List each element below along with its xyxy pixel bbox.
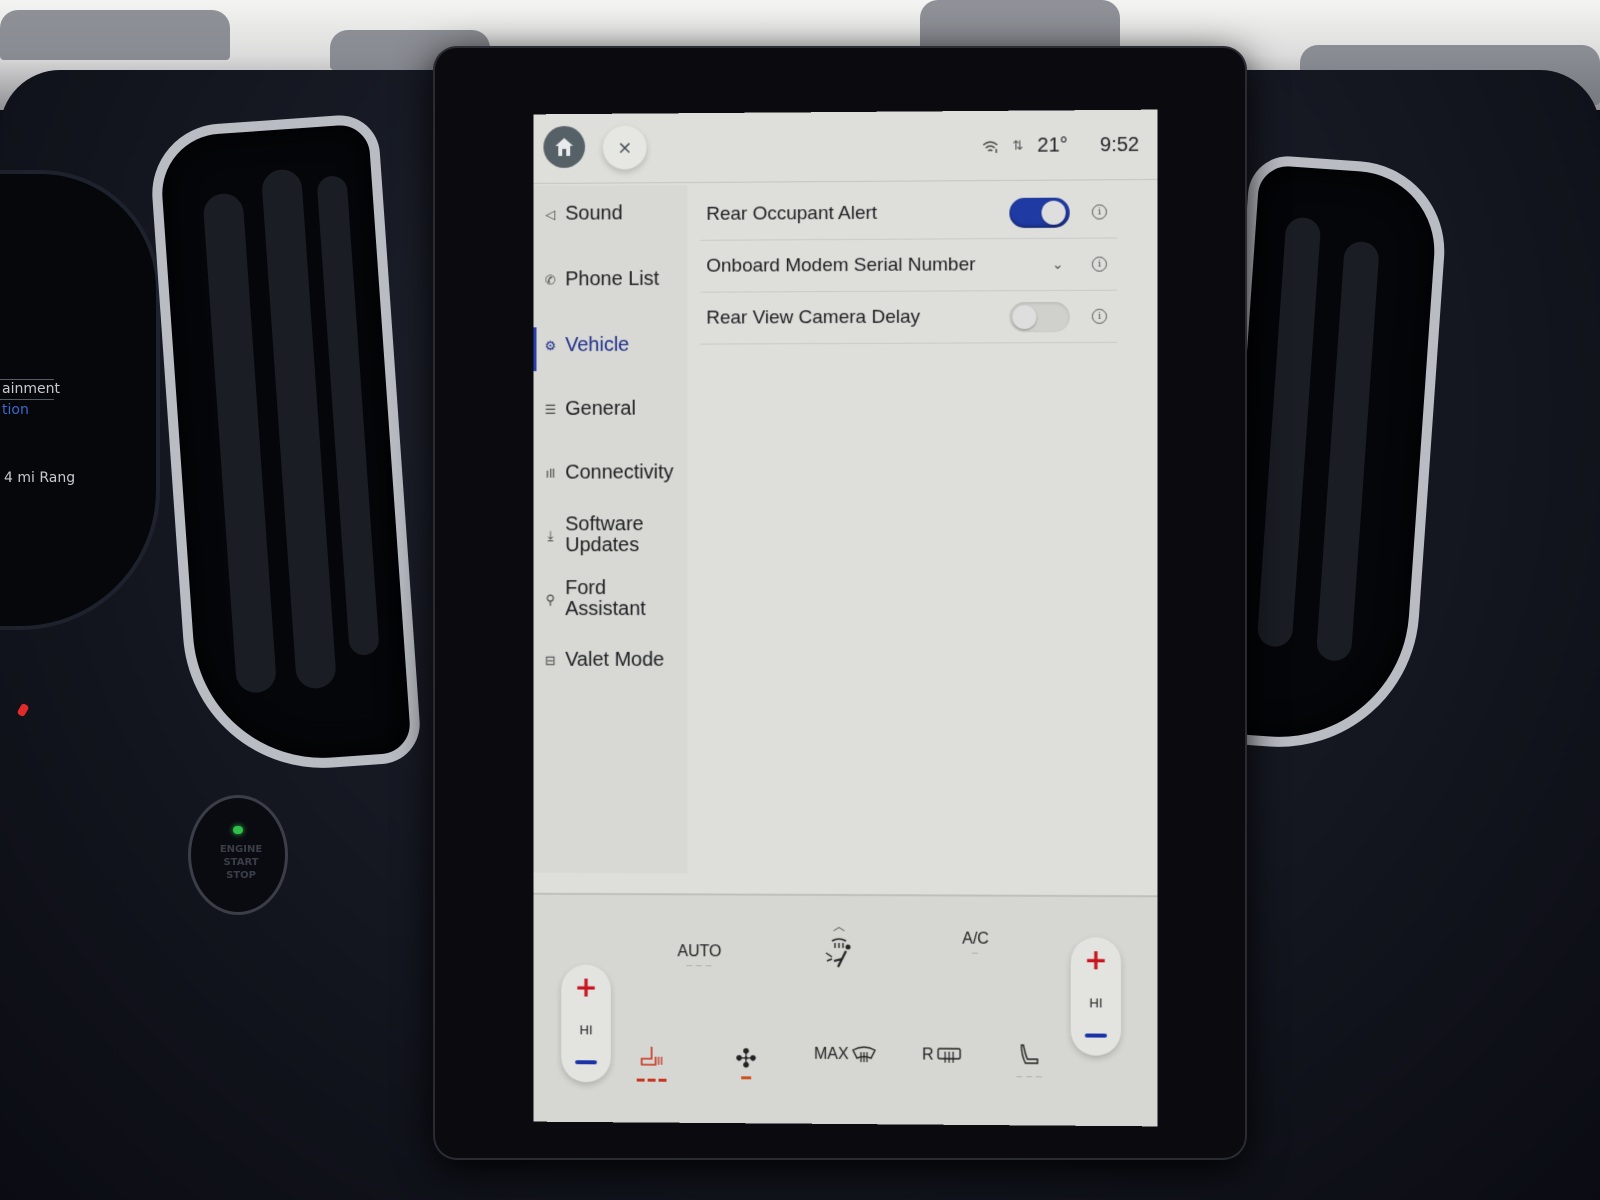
sidebar-item-general[interactable]: ☰ General: [541, 397, 636, 420]
infotainment-screen: × ⇅ 21° 9:52 ◁ Sound ✆ Phone List ⚙ Vehi: [533, 109, 1158, 1127]
airflow-mode-button[interactable]: ︿: [822, 918, 856, 974]
setting-label: Rear Occupant Alert: [706, 202, 878, 225]
heated-seat-button[interactable]: [636, 1045, 667, 1082]
sidebar-item-ford-assistant[interactable]: ⚲ Ford Assistant: [541, 577, 646, 620]
cluster-menu-entertainment: ainment: [2, 381, 60, 397]
valet-lock-icon: ⊟: [544, 652, 556, 668]
active-indicator: [533, 327, 537, 372]
cluster-divider: [0, 399, 54, 400]
rear-defrost-label: R: [922, 1046, 934, 1064]
vehicle-settings-icon: ⚙: [544, 338, 557, 354]
wifi-icon: [982, 139, 998, 153]
chevron-up-icon: ︿: [832, 919, 845, 935]
toggle-knob: [1012, 304, 1037, 329]
home-icon: [555, 137, 574, 157]
engine-led-icon: [233, 826, 243, 834]
ac-label: A/C: [962, 930, 989, 948]
vent-slat: [202, 192, 278, 694]
sidebar-item-connectivity[interactable]: ıll Connectivity: [541, 461, 674, 484]
airflow-seat-icon: [825, 938, 851, 968]
parked-car: [0, 10, 230, 60]
parked-car: [920, 0, 1120, 55]
driver-temp-value: HI: [579, 1021, 593, 1037]
sidebar-item-valet-mode[interactable]: ⊟ Valet Mode: [541, 648, 665, 671]
cluster-divider: [0, 379, 54, 380]
sidebar-item-sound[interactable]: ◁ Sound: [541, 202, 623, 225]
cluster-range-readout: 4 mi Rang: [4, 470, 76, 486]
ac-indicator: —: [972, 950, 980, 957]
heated-seat-icon: [638, 1045, 666, 1071]
sidebar-item-label: Sound: [565, 202, 623, 225]
auto-label: AUTO: [677, 943, 722, 961]
driver-temperature-control: + HI: [561, 964, 611, 1083]
download-icon: ⤓: [547, 527, 554, 543]
signal-bars-icon: ıll: [545, 465, 556, 481]
close-button[interactable]: ×: [602, 125, 647, 170]
phone-icon: ✆: [544, 272, 556, 288]
speaker-icon: ◁: [545, 206, 556, 222]
setting-row-rear-occupant-alert: Rear Occupant Alert i: [700, 186, 1118, 241]
setting-label: Onboard Modem Serial Number: [706, 253, 976, 277]
settings-sidebar: ◁ Sound ✆ Phone List ⚙ Vehicle ☰ General…: [533, 185, 688, 874]
vent-slat: [1256, 216, 1322, 648]
climate-control-bar: + HI AUTO — — — ︿ A/C — + HI ✣ MAX R — —…: [533, 892, 1158, 1127]
assistant-icon: ⚲: [545, 591, 556, 607]
auto-indicator: — — —: [686, 963, 713, 970]
seat-level-indicator: — — —: [1016, 1074, 1043, 1081]
rear-occupant-alert-toggle[interactable]: [1009, 197, 1070, 228]
sidebar-item-label: Connectivity: [565, 461, 674, 484]
sidebar-item-label: General: [565, 397, 636, 420]
home-button[interactable]: [543, 125, 586, 169]
data-transfer-icon: ⇅: [1012, 138, 1024, 154]
windshield-defrost-icon: [851, 1046, 876, 1062]
clock: 9:52: [1099, 133, 1140, 157]
sidebar-item-label: Valet Mode: [565, 648, 665, 671]
heated-seat-level-indicator: [636, 1078, 667, 1082]
close-icon: ×: [617, 137, 633, 159]
status-area: ⇅ 21° 9:52: [982, 134, 1139, 158]
seat-icon: [1018, 1043, 1042, 1067]
info-icon[interactable]: i: [1091, 204, 1107, 220]
rear-defrost-button[interactable]: R: [922, 1047, 962, 1065]
driver-temp-decrease-button[interactable]: [575, 1060, 597, 1065]
sidebar-item-label: Vehicle: [565, 333, 630, 357]
sliders-icon: ☰: [544, 401, 557, 417]
instrument-cluster: ainment tion 4 mi Rang: [0, 170, 160, 718]
chevron-down-icon[interactable]: ⌄: [1009, 256, 1069, 273]
engine-start-stop-button[interactable]: ENGINE START STOP: [188, 795, 288, 915]
max-defrost-label: MAX: [814, 1045, 849, 1064]
info-icon[interactable]: i: [1091, 256, 1107, 272]
sidebar-item-label: Ford Assistant: [565, 577, 646, 620]
fan-icon: ✣: [735, 1043, 757, 1074]
sidebar-item-vehicle[interactable]: ⚙ Vehicle: [541, 333, 630, 357]
setting-label: Rear View Camera Delay: [706, 306, 921, 329]
vehicle-settings-list: Rear Occupant Alert i Onboard Modem Seri…: [692, 182, 1153, 885]
top-bar: × ⇅ 21° 9:52: [533, 109, 1158, 185]
passenger-temperature-control: + HI: [1070, 937, 1122, 1056]
sidebar-item-software-updates[interactable]: ⤓ Software Updates: [541, 513, 644, 557]
auto-climate-button[interactable]: AUTO — — —: [677, 943, 721, 969]
info-icon[interactable]: i: [1091, 308, 1107, 324]
rear-window-defrost-icon: [936, 1047, 962, 1065]
start-stop-label: ENGINE START STOP: [219, 844, 263, 881]
sidebar-item-label: Software Updates: [565, 513, 644, 557]
sidebar-item-phone-list[interactable]: ✆ Phone List: [541, 267, 660, 291]
vent-slat: [1315, 240, 1380, 662]
sidebar-item-label: Phone List: [565, 267, 660, 291]
driver-temp-increase-button[interactable]: +: [574, 971, 597, 1004]
setting-row-onboard-modem-serial[interactable]: Onboard Modem Serial Number ⌄ i: [700, 238, 1118, 293]
fan-speed-button[interactable]: ✣: [735, 1043, 757, 1080]
seat-cooling-button[interactable]: — — —: [1016, 1043, 1043, 1081]
outside-temperature: 21°: [1037, 134, 1068, 157]
max-defrost-button[interactable]: MAX: [814, 1046, 877, 1064]
cluster-menu-navigation: tion: [2, 402, 29, 418]
rear-view-camera-delay-toggle[interactable]: [1009, 301, 1070, 332]
passenger-temp-increase-button[interactable]: +: [1084, 943, 1108, 976]
toggle-knob: [1041, 200, 1066, 225]
setting-row-rear-view-camera-delay: Rear View Camera Delay i: [700, 290, 1118, 345]
ac-button[interactable]: A/C —: [962, 931, 989, 957]
passenger-temp-decrease-button[interactable]: [1084, 1033, 1107, 1038]
passenger-temp-value: HI: [1089, 994, 1103, 1011]
fan-level-indicator: [741, 1076, 752, 1080]
